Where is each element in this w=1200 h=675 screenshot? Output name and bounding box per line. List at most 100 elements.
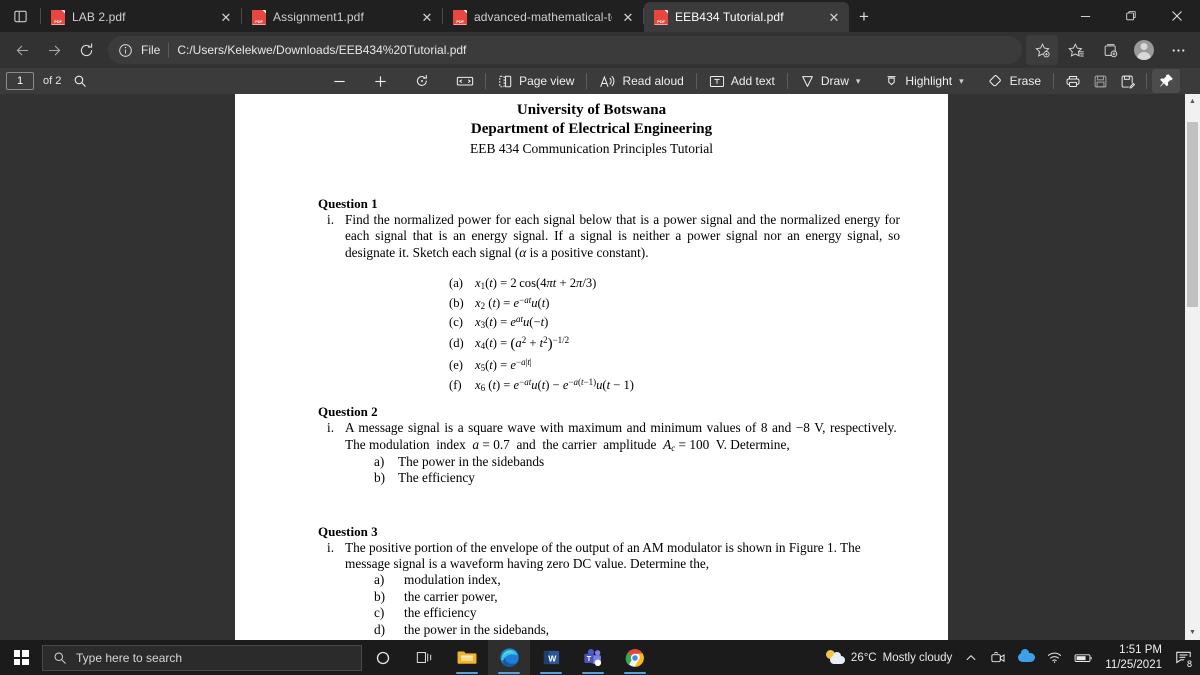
question-3-number: i. bbox=[327, 539, 335, 555]
pin-icon[interactable] bbox=[1152, 69, 1180, 93]
question-1-equations: (a) x1(t) = 2 cos(4πt + 2π/3) (b) x2 (t)… bbox=[449, 274, 900, 395]
maximize-restore-button[interactable] bbox=[1108, 0, 1154, 32]
erase-button[interactable]: Erase bbox=[981, 69, 1048, 93]
pdf-icon bbox=[453, 9, 467, 25]
erase-label: Erase bbox=[1009, 74, 1041, 88]
profile-avatar[interactable] bbox=[1128, 35, 1160, 65]
tab-title: LAB 2.pdf bbox=[72, 10, 126, 24]
scroll-down-arrow-icon[interactable]: ▼ bbox=[1185, 625, 1200, 640]
notifications-icon[interactable]: 8 bbox=[1170, 640, 1196, 675]
item-text: the carrier power, bbox=[404, 588, 498, 604]
equation-label: (a) bbox=[449, 276, 463, 291]
settings-more-icon[interactable] bbox=[1162, 35, 1194, 65]
equation-body: x6 (t) = e−atu(t) − e−a(t−1)u(t − 1) bbox=[475, 376, 634, 393]
minimize-button[interactable] bbox=[1062, 0, 1108, 32]
page-view-button[interactable]: Page view bbox=[491, 69, 581, 93]
svg-text:W: W bbox=[548, 654, 557, 664]
file-explorer-icon[interactable] bbox=[446, 640, 488, 675]
question-3-row: i. The positive portion of the envelope … bbox=[318, 540, 900, 573]
new-tab-button[interactable]: + bbox=[849, 2, 879, 32]
add-favorite-icon[interactable] bbox=[1026, 35, 1058, 65]
question-2-heading: Question 2 bbox=[318, 404, 378, 420]
chevron-down-icon[interactable]: ▾ bbox=[855, 76, 861, 87]
tab-title: EEB434 Tutorial.pdf bbox=[675, 10, 784, 24]
question-2-number: i. bbox=[327, 420, 335, 436]
rotate-icon[interactable] bbox=[408, 69, 436, 93]
question-1: Question 1 i. Find the normalized power … bbox=[318, 196, 900, 395]
scrollbar-thumb[interactable] bbox=[1187, 122, 1198, 307]
google-chrome-icon[interactable] bbox=[614, 640, 656, 675]
task-view-icon[interactable] bbox=[404, 640, 446, 675]
meet-now-icon[interactable] bbox=[984, 640, 1012, 675]
fit-to-width-icon[interactable] bbox=[450, 69, 480, 93]
microsoft-edge-icon[interactable] bbox=[488, 640, 530, 675]
onedrive-icon[interactable] bbox=[1012, 640, 1041, 675]
address-bar-actions bbox=[1026, 35, 1194, 65]
close-window-button[interactable] bbox=[1154, 0, 1200, 32]
read-aloud-label: Read aloud bbox=[622, 74, 684, 88]
cortana-circle-icon[interactable] bbox=[362, 640, 404, 675]
tab-close-icon[interactable]: ✕ bbox=[619, 8, 637, 26]
equation-label: (b) bbox=[449, 295, 464, 310]
show-hidden-icons-chevron-icon[interactable] bbox=[958, 640, 984, 675]
tab-close-icon[interactable]: ✕ bbox=[825, 8, 843, 26]
chevron-down-icon[interactable]: ▾ bbox=[958, 76, 964, 87]
pdf-viewer[interactable]: University of Botswana Department of Ele… bbox=[0, 94, 1200, 640]
item-text: the power in the sidebands, bbox=[404, 621, 550, 637]
highlight-button[interactable]: Highlight ▾ bbox=[877, 69, 970, 93]
pdf-page: University of Botswana Department of Ele… bbox=[235, 94, 948, 640]
print-icon[interactable] bbox=[1059, 69, 1087, 93]
refresh-icon[interactable] bbox=[70, 35, 102, 65]
wifi-icon[interactable] bbox=[1041, 640, 1068, 675]
forward-icon[interactable] bbox=[38, 35, 70, 65]
save-as-icon[interactable] bbox=[1114, 69, 1141, 93]
toolbar-divider bbox=[695, 73, 697, 89]
browser-tab-1[interactable]: LAB 2.pdf ✕ bbox=[41, 2, 241, 32]
equation-body: x5(t) = e−a|t| bbox=[475, 356, 532, 373]
favorites-icon[interactable] bbox=[1060, 35, 1092, 65]
tab-title: advanced-mathematical-techniq bbox=[474, 10, 612, 24]
tab-close-icon[interactable]: ✕ bbox=[418, 8, 436, 26]
question-2-row: i. A message signal is a square wave wit… bbox=[318, 420, 900, 454]
doc-title-line2: Department of Electrical Engineering bbox=[470, 121, 713, 138]
question-3: Question 3 i. The positive portion of th… bbox=[318, 524, 900, 638]
toolbar-divider bbox=[586, 73, 588, 89]
vertical-scrollbar[interactable]: ▲ ▼ bbox=[1185, 94, 1200, 640]
scroll-up-arrow-icon[interactable]: ▲ bbox=[1185, 94, 1200, 109]
url-input[interactable]: File C:/Users/Kelekwe/Downloads/EEB434%2… bbox=[108, 36, 1022, 64]
browser-tab-2[interactable]: Assignment1.pdf ✕ bbox=[242, 2, 442, 32]
windows-taskbar: Type here to search W T 26°C Mostly clou… bbox=[0, 640, 1200, 675]
toolbar-divider bbox=[1053, 73, 1054, 89]
clock[interactable]: 1:51 PM 11/25/2021 bbox=[1099, 643, 1170, 672]
collections-icon[interactable] bbox=[1094, 35, 1126, 65]
zoom-out-button[interactable] bbox=[326, 69, 353, 93]
read-aloud-button[interactable]: Read aloud bbox=[592, 69, 690, 93]
windows-start-icon[interactable] bbox=[0, 640, 42, 675]
clock-date: 11/25/2021 bbox=[1105, 658, 1162, 671]
search-icon bbox=[53, 651, 67, 665]
browser-tab-4-active[interactable]: EEB434 Tutorial.pdf ✕ bbox=[644, 2, 849, 32]
question-3-item-d: d) the power in the sidebands, bbox=[318, 622, 900, 638]
weather-widget[interactable]: 26°C Mostly cloudy bbox=[820, 640, 958, 675]
item-text: The efficiency bbox=[398, 470, 475, 486]
microsoft-word-icon[interactable]: W bbox=[530, 640, 572, 675]
back-icon[interactable] bbox=[6, 35, 38, 65]
search-input[interactable]: Type here to search bbox=[42, 644, 362, 671]
draw-button[interactable]: Draw ▾ bbox=[793, 69, 868, 93]
add-text-button[interactable]: Add text bbox=[702, 69, 782, 93]
page-number-input[interactable]: 1 bbox=[6, 72, 34, 90]
microsoft-teams-icon[interactable]: T bbox=[572, 640, 614, 675]
question-3-item-c: c) the efficiency bbox=[318, 605, 900, 621]
add-text-label: Add text bbox=[730, 74, 775, 88]
battery-icon[interactable] bbox=[1068, 640, 1099, 675]
zoom-in-button[interactable] bbox=[367, 69, 394, 93]
info-icon[interactable] bbox=[118, 43, 133, 58]
save-icon[interactable] bbox=[1087, 69, 1114, 93]
weather-description: Mostly cloudy bbox=[882, 651, 953, 664]
item-text: the efficiency bbox=[404, 605, 477, 621]
search-icon[interactable] bbox=[67, 69, 93, 93]
start-logo bbox=[13, 650, 29, 665]
tab-close-icon[interactable]: ✕ bbox=[217, 8, 235, 26]
tab-actions-menu-icon[interactable] bbox=[0, 0, 40, 32]
browser-tab-3[interactable]: advanced-mathematical-techniq ✕ bbox=[443, 2, 643, 32]
